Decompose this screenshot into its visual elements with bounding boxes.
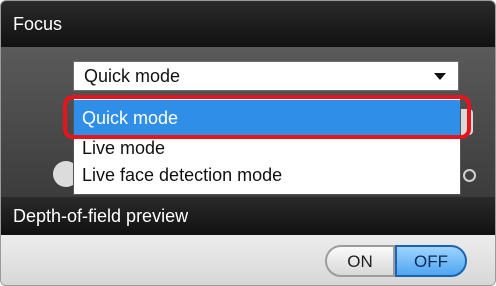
focus-title: Focus xyxy=(13,14,63,34)
dof-off-button[interactable]: OFF xyxy=(395,245,467,277)
focus-panel: Focus Quick mode Quick mode Live mode Li… xyxy=(0,0,496,286)
obscured-radio xyxy=(463,169,476,182)
focus-mode-select[interactable]: Quick mode xyxy=(73,61,459,91)
dof-title: Depth-of-field preview xyxy=(13,206,189,226)
dof-toggle: ON OFF xyxy=(325,245,469,277)
focus-option-live-face-detection-mode[interactable]: Live face detection mode xyxy=(74,160,460,190)
focus-option-live-mode[interactable]: Live mode xyxy=(74,136,460,160)
focus-section-header: Focus xyxy=(1,1,495,47)
dof-section-header: Depth-of-field preview xyxy=(1,197,495,235)
focus-mode-selected-value: Quick mode xyxy=(84,66,181,86)
chevron-down-icon[interactable] xyxy=(434,73,446,80)
dof-on-button[interactable]: ON xyxy=(325,245,395,277)
callout-highlight xyxy=(63,95,471,139)
